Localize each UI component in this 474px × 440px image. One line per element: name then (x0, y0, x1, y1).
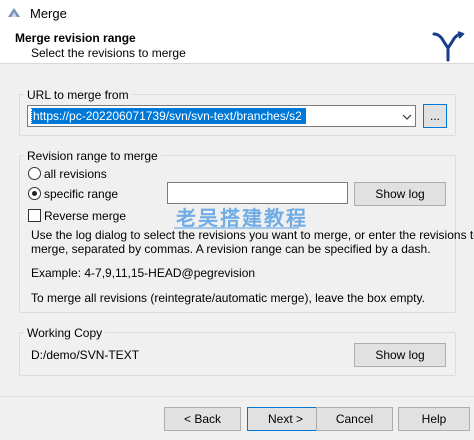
header-title: Merge revision range (15, 31, 136, 45)
reverse-merge-checkbox[interactable] (28, 209, 41, 222)
range-group-label: Revision range to merge (24, 149, 161, 163)
help-button[interactable]: Help (398, 407, 470, 431)
window-title: Merge (30, 5, 67, 21)
range-show-log-button[interactable]: Show log (354, 182, 446, 206)
window-titlebar: Merge (0, 0, 474, 26)
browse-url-button[interactable]: ... (423, 104, 447, 128)
cancel-button[interactable]: Cancel (316, 407, 393, 431)
chevron-down-icon[interactable] (402, 111, 412, 121)
url-combobox[interactable]: https://pc-202206071739/svn/svn-text/bra… (27, 105, 416, 127)
example-text: Example: 4-7,9,11,15-HEAD@pegrevision (31, 266, 256, 280)
specific-range-label[interactable]: specific range (44, 187, 118, 201)
working-copy-path: D:/demo/SVN-TEXT (31, 348, 140, 362)
working-copy-show-log-button[interactable]: Show log (354, 343, 446, 367)
wizard-header: Merge revision range Select the revision… (0, 26, 474, 64)
header-subtitle: Select the revisions to merge (31, 46, 186, 60)
tortoisesvn-app-icon (6, 5, 22, 21)
merge-logo-icon (430, 30, 466, 62)
all-revisions-radio[interactable] (28, 167, 41, 180)
watermark-underline (174, 227, 299, 229)
url-text: https://pc-202206071739/svn/svn-text/bra… (33, 109, 302, 123)
help-text-line2: merge, separated by commas. A revision r… (31, 242, 431, 256)
url-group-label: URL to merge from (24, 88, 132, 102)
revision-range-input[interactable] (167, 182, 348, 204)
next-button[interactable]: Next > (247, 407, 324, 431)
all-revisions-label[interactable]: all revisions (44, 167, 107, 181)
url-combobox-value[interactable]: https://pc-202206071739/svn/svn-text/bra… (31, 108, 306, 124)
empty-box-hint-text: To merge all revisions (reintegrate/auto… (31, 291, 425, 305)
working-copy-group-label: Working Copy (24, 326, 106, 340)
specific-range-radio[interactable] (28, 187, 41, 200)
back-button[interactable]: < Back (164, 407, 241, 431)
reverse-merge-label[interactable]: Reverse merge (44, 209, 126, 223)
